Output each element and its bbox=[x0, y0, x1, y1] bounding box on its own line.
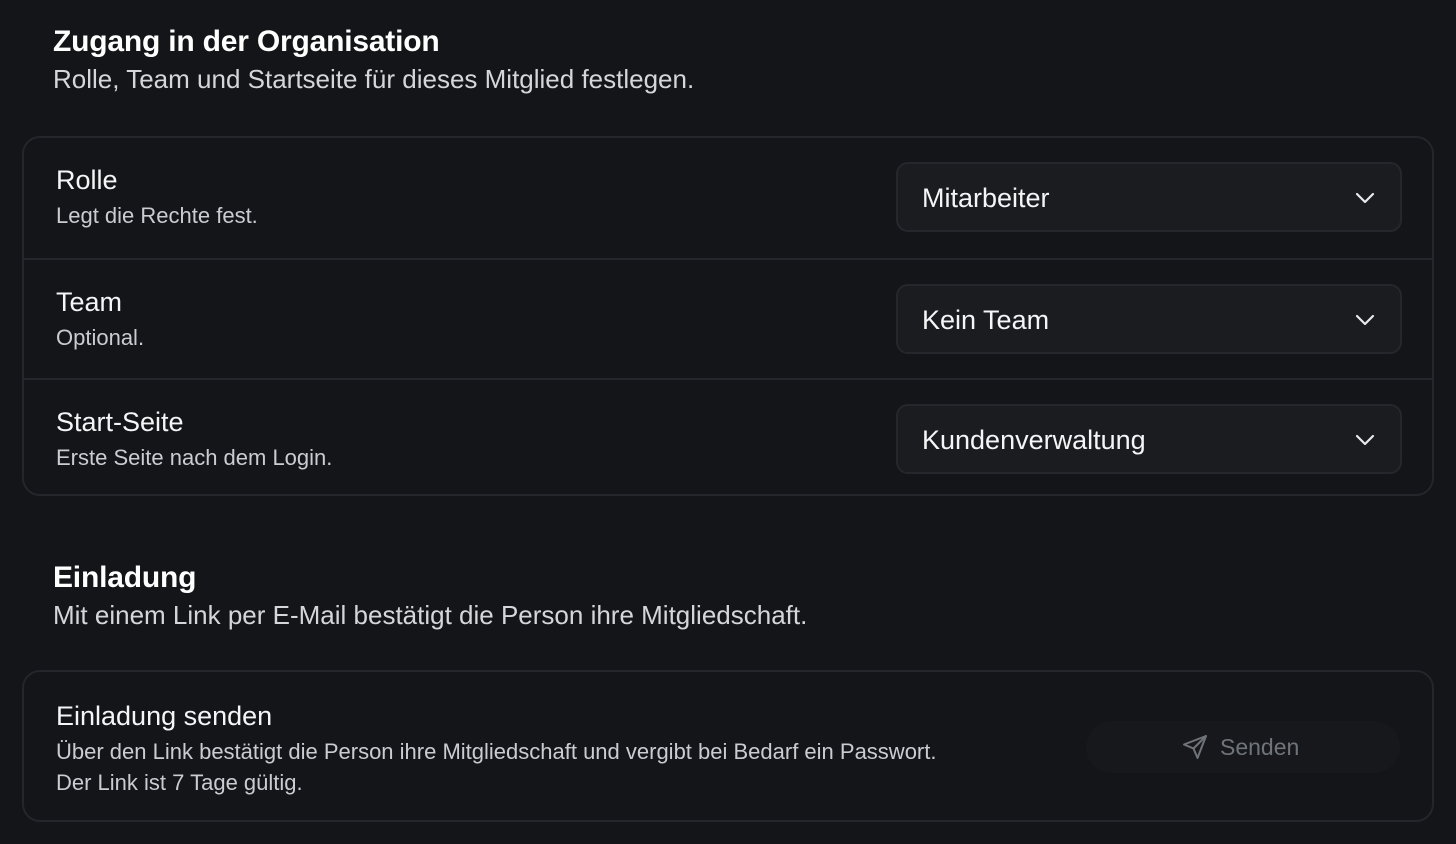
team-help-text: Optional. bbox=[56, 325, 145, 350]
team-select-value: Kein Team bbox=[922, 305, 1050, 335]
send-invitation-label: Einladung senden bbox=[56, 701, 273, 731]
chevron-down-icon bbox=[1355, 434, 1375, 446]
access-settings-card: Rolle Legt die Rechte fest. Mitarbeiter … bbox=[22, 136, 1434, 496]
team-label: Team bbox=[56, 287, 123, 317]
role-label: Rolle bbox=[56, 165, 118, 195]
invitation-card: Einladung senden Über den Link bestätigt… bbox=[22, 670, 1434, 822]
team-row: Team Optional. Kein Team bbox=[24, 258, 1432, 378]
access-section-subtitle: Rolle, Team und Startseite für dieses Mi… bbox=[53, 64, 695, 94]
role-select[interactable]: Mitarbeiter bbox=[896, 162, 1402, 232]
role-help-text: Legt die Rechte fest. bbox=[56, 203, 258, 228]
send-invitation-description: Über den Link bestätigt die Person ihre … bbox=[56, 736, 1076, 798]
invitation-description-line-2: Der Link ist 7 Tage gültig. bbox=[56, 770, 303, 795]
start-page-select[interactable]: Kundenverwaltung bbox=[896, 404, 1402, 474]
access-section-title: Zugang in der Organisation bbox=[53, 25, 440, 58]
start-page-select-value: Kundenverwaltung bbox=[922, 425, 1146, 455]
start-page-help-text: Erste Seite nach dem Login. bbox=[56, 445, 333, 470]
access-section-header: Zugang in der Organisation Rolle, Team u… bbox=[53, 24, 694, 96]
invitation-section-subtitle: Mit einem Link per E-Mail bestätigt die … bbox=[53, 600, 808, 630]
send-icon bbox=[1183, 735, 1207, 759]
invitation-description-line-1: Über den Link bestätigt die Person ihre … bbox=[56, 739, 937, 764]
chevron-down-icon bbox=[1355, 314, 1375, 326]
role-select-value: Mitarbeiter bbox=[922, 183, 1050, 213]
chevron-down-icon bbox=[1355, 192, 1375, 204]
invitation-section-header: Einladung Mit einem Link per E-Mail best… bbox=[53, 560, 807, 632]
start-page-label: Start-Seite bbox=[56, 407, 184, 437]
send-button-label: Senden bbox=[1220, 734, 1300, 760]
invitation-section-title: Einladung bbox=[53, 561, 197, 594]
send-invitation-button[interactable]: Senden bbox=[1086, 721, 1400, 773]
role-row: Rolle Legt die Rechte fest. Mitarbeiter bbox=[24, 138, 1432, 258]
start-page-row: Start-Seite Erste Seite nach dem Login. … bbox=[24, 378, 1432, 498]
team-select[interactable]: Kein Team bbox=[896, 284, 1402, 354]
